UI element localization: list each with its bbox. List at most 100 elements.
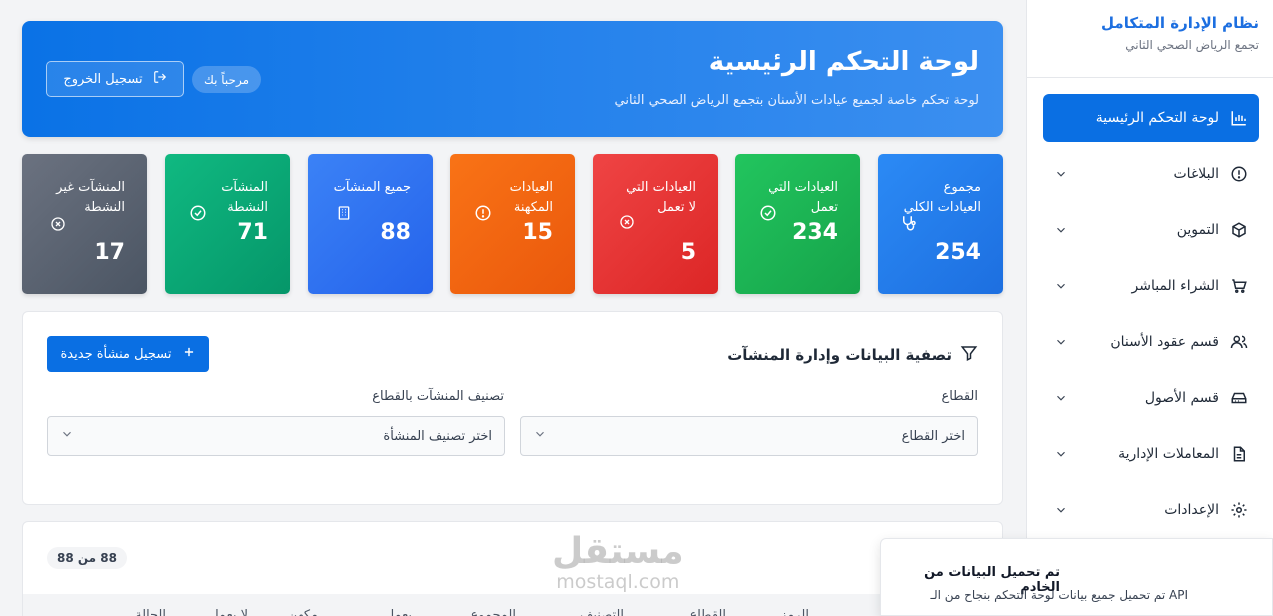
filter-panel: تصفية البيانات وإدارة المنشآت تسجيل منشأ… (22, 311, 1003, 505)
page-subtitle: لوحة تحكم خاصة لجميع عيادات الأسنان بتجم… (614, 93, 979, 108)
column-header[interactable]: يعمل (385, 608, 412, 616)
brand-title: نظام الإدارة المتكامل (1101, 14, 1259, 32)
toast-notification[interactable]: تم تحميل البيانات من الخادم API تم تحميل… (880, 538, 1273, 616)
alert-circle-icon (1229, 164, 1249, 184)
stat-value: 71 (237, 220, 268, 245)
stat-value: 254 (935, 240, 981, 265)
check-circle-icon (759, 204, 777, 222)
check-circle-icon (189, 204, 207, 222)
sidebar-item-label: التموين (1176, 222, 1219, 238)
facilities-table-panel: 88 من 88 الرمز القطاع التصنيف المجموع يع… (22, 521, 1003, 616)
sidebar-item-label: قسم الأصول (1144, 390, 1219, 406)
column-header[interactable]: القطاع (689, 608, 726, 616)
sidebar-nav: لوحة التحكم الرئيسية البلاغات التموين ال… (1027, 78, 1273, 534)
column-header[interactable]: التصنيف (580, 608, 624, 616)
sidebar-item-dental-contracts[interactable]: قسم عقود الأسنان (1043, 318, 1259, 366)
filter-title: تصفية البيانات وإدارة المنشآت (727, 344, 978, 366)
chevron-down-icon (1053, 223, 1069, 237)
classification-select[interactable]: اختر تصنيف المنشأة (47, 416, 505, 456)
column-header[interactable]: الرمز (780, 608, 809, 616)
watermark-latin: mostaql.com (556, 571, 680, 593)
watermark-arabic: مستقل (552, 531, 684, 572)
chevron-down-icon (1053, 447, 1069, 461)
page-title: لوحة التحكم الرئيسية (708, 47, 979, 77)
logout-label: تسجيل الخروج (63, 71, 143, 87)
column-header[interactable]: المجموع (471, 608, 516, 616)
chevron-down-icon (60, 427, 74, 445)
sidebar-item-dashboard[interactable]: لوحة التحكم الرئيسية (1043, 94, 1259, 142)
hard-drive-icon (1229, 388, 1249, 408)
sidebar-item-label: لوحة التحكم الرئيسية (1095, 110, 1219, 126)
stat-label: المنشآت غير النشطة (56, 180, 125, 215)
x-circle-icon (617, 214, 635, 232)
chevron-down-icon (1053, 335, 1069, 349)
sector-select-value: اختر القطاع (901, 428, 965, 444)
plus-icon (182, 345, 196, 363)
welcome-badge: مرحباً بك (192, 66, 262, 93)
sector-label: القطاع (941, 389, 978, 404)
logout-button[interactable]: تسجيل الخروج (46, 61, 184, 97)
sector-select[interactable]: اختر القطاع (520, 416, 978, 456)
stat-value: 15 (522, 220, 553, 245)
sidebar-item-reports[interactable]: البلاغات (1043, 150, 1259, 198)
logout-icon (153, 70, 167, 88)
alert-circle-icon (474, 204, 492, 222)
stat-card-inactive-facilities[interactable]: المنشآت غير النشطة 17 (22, 154, 147, 294)
sidebar-item-direct-purchase[interactable]: الشراء المباشر (1043, 262, 1259, 310)
classification-label: تصنيف المنشآت بالقطاع (372, 389, 504, 404)
sidebar-item-label: قسم عقود الأسنان (1110, 334, 1219, 350)
column-header[interactable]: مكهن (288, 608, 318, 616)
add-facility-label: تسجيل منشأة جديدة (60, 346, 172, 362)
stat-card-scrapped-clinics[interactable]: العيادات المكهنة 15 (450, 154, 575, 294)
stethoscope-icon (900, 214, 918, 232)
cart-icon (1229, 276, 1249, 296)
main-content: لوحة التحكم الرئيسية لوحة تحكم خاصة لجمي… (0, 0, 1026, 616)
header-banner: لوحة التحكم الرئيسية لوحة تحكم خاصة لجمي… (22, 21, 1003, 137)
sidebar-item-label: الشراء المباشر (1131, 278, 1220, 294)
brand-subtitle: تجمع الرياض الصحي الثاني (1125, 38, 1259, 52)
sidebar-item-label: الإعدادات (1164, 502, 1219, 518)
stat-card-total-clinics[interactable]: مجموع العيادات الكلي 254 (878, 154, 1003, 294)
sidebar-item-supply[interactable]: التموين (1043, 206, 1259, 254)
column-header[interactable]: لا يعمل (209, 608, 248, 616)
users-icon (1229, 332, 1249, 352)
filter-icon (960, 344, 978, 366)
table-header: الرمز القطاع التصنيف المجموع يعمل مكهن ل… (23, 594, 1002, 616)
classification-select-value: اختر تصنيف المنشأة (383, 428, 492, 444)
watermark-logo: مستقل mostaql.com (552, 531, 684, 593)
stat-label: جميع المنشآت (333, 180, 411, 195)
bar-chart-icon (1229, 108, 1249, 128)
add-facility-button[interactable]: تسجيل منشأة جديدة (47, 336, 209, 372)
stat-value: 17 (94, 240, 125, 265)
building-icon (334, 204, 352, 222)
sidebar-item-label: البلاغات (1173, 166, 1220, 182)
box-icon (1229, 220, 1249, 240)
count-badge: 88 من 88 (47, 547, 127, 569)
chevron-down-icon (533, 427, 547, 445)
document-icon (1229, 444, 1249, 464)
stat-card-not-working-clinics[interactable]: العيادات التي لا تعمل 5 (593, 154, 718, 294)
brand: نظام الإدارة المتكامل تجمع الرياض الصحي … (1027, 0, 1273, 78)
x-circle-icon (48, 216, 66, 234)
sidebar-item-settings[interactable]: الإعدادات (1043, 486, 1259, 534)
stat-value: 5 (680, 240, 696, 265)
sidebar-item-assets[interactable]: قسم الأصول (1043, 374, 1259, 422)
stat-value: 234 (792, 220, 838, 245)
stat-value: 88 (380, 220, 411, 245)
chevron-down-icon (1053, 167, 1069, 181)
stat-card-all-facilities[interactable]: جميع المنشآت 88 (308, 154, 433, 294)
stats-cards: مجموع العيادات الكلي 254 العيادات التي ت… (22, 154, 1003, 294)
sidebar-item-admin-transactions[interactable]: المعاملات الإدارية (1043, 430, 1259, 478)
column-header[interactable]: الحالة (135, 608, 166, 616)
stat-card-working-clinics[interactable]: العيادات التي تعمل 234 (735, 154, 860, 294)
toast-message: API تم تحميل جميع بيانات لوحة التحكم بنج… (930, 588, 1188, 602)
sidebar-item-label: المعاملات الإدارية (1118, 446, 1219, 462)
stat-label: العيادات التي لا تعمل (626, 180, 696, 215)
filter-title-label: تصفية البيانات وإدارة المنشآت (727, 346, 952, 364)
chevron-down-icon (1053, 391, 1069, 405)
stat-label: مجموع العيادات الكلي (903, 180, 981, 215)
stat-card-active-facilities[interactable]: المنشآت النشطة 71 (165, 154, 290, 294)
sidebar: نظام الإدارة المتكامل تجمع الرياض الصحي … (1026, 0, 1273, 616)
chevron-down-icon (1053, 279, 1069, 293)
chevron-down-icon (1053, 503, 1069, 517)
